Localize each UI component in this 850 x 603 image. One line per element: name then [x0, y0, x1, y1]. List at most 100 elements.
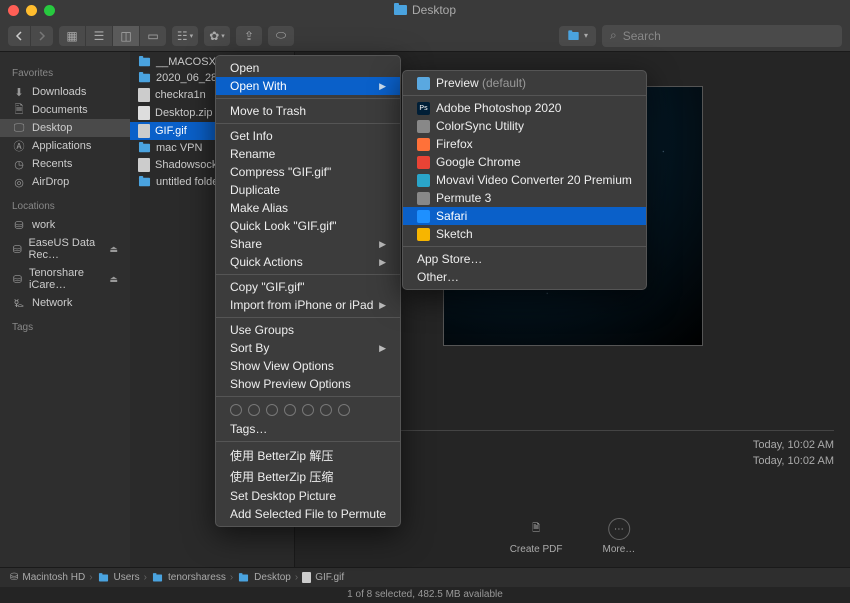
sidebar: Favorites⬇Downloads🗎Documents🖵DesktopⒶAp… — [0, 52, 130, 567]
eject-icon[interactable]: ⏏ — [109, 274, 118, 285]
zoom-window-button[interactable] — [44, 5, 55, 16]
menu-item[interactable]: Quick Look "GIF.gif" — [216, 217, 400, 235]
path-segment[interactable]: tenorsharess — [151, 572, 226, 583]
menu-item[interactable]: Sort By▶ — [216, 339, 400, 357]
sidebar-item-airdrop[interactable]: ◎AirDrop — [0, 173, 130, 191]
share-button[interactable]: ⇪ — [236, 26, 262, 46]
menu-item[interactable]: Make Alias — [216, 199, 400, 217]
back-button[interactable] — [8, 26, 30, 46]
column-view-button[interactable]: ◫ — [113, 26, 139, 46]
window-title-text: Desktop — [412, 3, 456, 17]
menu-item[interactable]: Show Preview Options — [216, 375, 400, 393]
forward-button[interactable] — [31, 26, 53, 46]
gallery-view-button[interactable]: ▭ — [140, 26, 166, 46]
tags-button[interactable]: ⬭ — [268, 26, 294, 46]
chevron-right-icon: ▶ — [379, 81, 386, 92]
menu-item[interactable]: Compress "GIF.gif" — [216, 163, 400, 181]
sidebar-item-applications[interactable]: ⒶApplications — [0, 137, 130, 155]
menu-item[interactable]: Quick Actions▶ — [216, 253, 400, 271]
path-segment[interactable]: Desktop — [237, 572, 291, 583]
disk-icon: ⛁ — [10, 572, 18, 583]
zip-icon — [138, 106, 150, 120]
close-window-button[interactable] — [8, 5, 19, 16]
file-icon — [138, 124, 150, 138]
folder-icon — [153, 574, 162, 581]
path-segment[interactable]: ⛁Macintosh HD — [10, 572, 85, 583]
menu-item[interactable]: Move to Trash — [216, 102, 400, 120]
minimize-window-button[interactable] — [26, 5, 37, 16]
more-actions[interactable]: ⋯ More… — [603, 518, 636, 555]
sidebar-item-easeus-data-rec-[interactable]: ⛁EaseUS Data Rec…⏏ — [0, 234, 130, 264]
menu-item[interactable]: Duplicate — [216, 181, 400, 199]
search-field[interactable]: ⌕ Search — [602, 25, 842, 47]
menu-item-app[interactable]: Sketch — [403, 225, 646, 243]
menu-item[interactable]: 使用 BetterZip 解压 — [216, 445, 400, 466]
menu-item[interactable]: Open — [216, 59, 400, 77]
path-segment[interactable]: GIF.gif — [302, 572, 344, 583]
app-icon — [417, 156, 430, 169]
eject-icon[interactable]: ⏏ — [109, 244, 118, 255]
clock-icon: ◷ — [12, 158, 26, 170]
menu-item-app[interactable]: ColorSync Utility — [403, 117, 646, 135]
create-pdf-action[interactable]: 🗎 Create PDF — [510, 518, 563, 555]
sidebar-item-downloads[interactable]: ⬇Downloads — [0, 83, 130, 101]
network-icon: 🜐 — [12, 297, 26, 309]
icon-view-button[interactable]: ▦ — [59, 26, 85, 46]
menu-item[interactable]: Share▶ — [216, 235, 400, 253]
menu-item-app[interactable]: Firefox — [403, 135, 646, 153]
sidebar-item-network[interactable]: 🜐Network — [0, 294, 130, 312]
finder-window: Desktop ▦ ☰ ◫ ▭ ☷▾ ✿▾ ⇪ ⬭ ▾ ⌕ Search — [0, 0, 850, 599]
status-bar: 1 of 8 selected, 482.5 MB available — [0, 587, 850, 603]
path-segment[interactable]: Users — [97, 572, 140, 583]
menu-item-app[interactable]: Safari — [403, 207, 646, 225]
path-dropdown[interactable]: ▾ — [559, 26, 596, 46]
list-view-button[interactable]: ☰ — [86, 26, 112, 46]
menu-item[interactable]: Set Desktop Picture — [216, 487, 400, 505]
menu-item-app[interactable]: Permute 3 — [403, 189, 646, 207]
sidebar-item-tenorshare-icare-[interactable]: ⛁Tenorshare iCare…⏏ — [0, 264, 130, 294]
menu-item[interactable]: Copy "GIF.gif" — [216, 278, 400, 296]
app-icon — [417, 120, 430, 133]
context-menu: OpenOpen With▶ Move to Trash Get InfoRenam… — [215, 55, 401, 527]
menu-item-app[interactable]: Google Chrome — [403, 153, 646, 171]
menu-item-app[interactable]: PsAdobe Photoshop 2020 — [403, 99, 646, 117]
menu-item[interactable]: Other… — [403, 268, 646, 286]
sidebar-item-documents[interactable]: 🗎Documents — [0, 101, 130, 119]
menu-item[interactable]: Add Selected File to Permute — [216, 505, 400, 523]
app-icon — [417, 228, 430, 241]
menu-item-app[interactable]: Movavi Video Converter 20 Premium — [403, 171, 646, 189]
chevron-right-icon: ▶ — [379, 239, 386, 250]
sidebar-item-recents[interactable]: ◷Recents — [0, 155, 130, 173]
tag-colors[interactable] — [216, 400, 400, 420]
sidebar-item-work[interactable]: ⛁work — [0, 216, 130, 234]
menu-item[interactable]: Rename — [216, 145, 400, 163]
folder-icon — [98, 574, 107, 581]
sidebar-section-header: Locations — [0, 197, 130, 216]
file-icon — [302, 572, 311, 583]
chevron-right-icon: ▶ — [379, 343, 386, 354]
preview-modified: Today, 10:02 AM — [753, 455, 834, 467]
desktop-icon: 🖵 — [12, 122, 26, 134]
sidebar-item-desktop[interactable]: 🖵Desktop — [0, 119, 130, 137]
traffic-lights — [8, 5, 55, 16]
sidebar-section-header: Favorites — [0, 64, 130, 83]
download-icon: ⬇ — [12, 86, 26, 98]
menu-item[interactable]: Open With▶ — [216, 77, 400, 95]
preview-created: Today, 10:02 AM — [753, 439, 834, 451]
menu-item[interactable]: Get Info — [216, 127, 400, 145]
menu-item[interactable]: Show View Options — [216, 357, 400, 375]
menu-item[interactable]: App Store… — [403, 250, 646, 268]
folder-icon — [139, 178, 150, 187]
menu-item[interactable]: Use Groups — [216, 321, 400, 339]
window-title: Desktop — [394, 3, 456, 17]
file-icon — [138, 158, 150, 172]
action-menu[interactable]: ✿▾ — [204, 26, 230, 46]
chevron-right-icon: ▶ — [379, 300, 386, 311]
titlebar: Desktop — [0, 0, 850, 20]
group-menu[interactable]: ☷▾ — [172, 26, 198, 46]
menu-item-default-app[interactable]: Preview (default) — [403, 74, 646, 92]
nav-buttons — [8, 26, 53, 46]
menu-item[interactable]: Tags… — [216, 420, 400, 438]
menu-item[interactable]: Import from iPhone or iPad▶ — [216, 296, 400, 314]
menu-item[interactable]: 使用 BetterZip 压缩 — [216, 466, 400, 487]
